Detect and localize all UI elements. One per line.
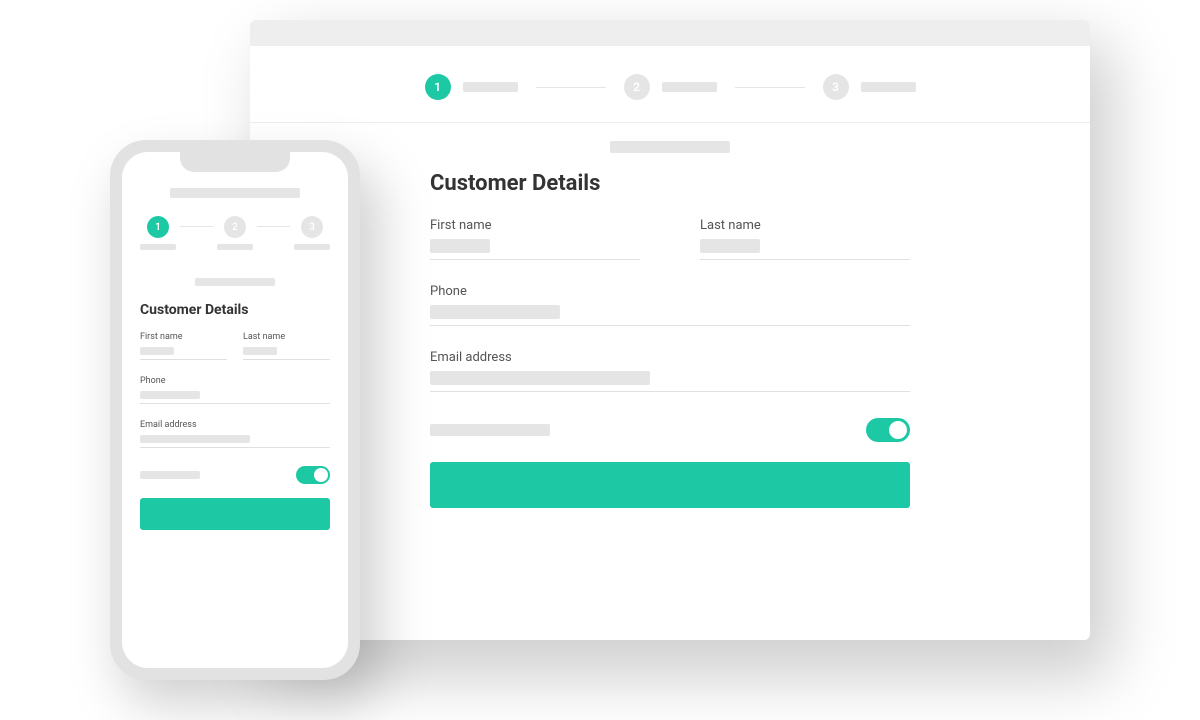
text-input[interactable] <box>700 239 760 253</box>
step-label-placeholder <box>217 244 253 250</box>
section-title: Customer Details <box>430 171 910 196</box>
step-label-placeholder <box>294 244 330 250</box>
text-input[interactable] <box>430 239 490 253</box>
field-label: Phone <box>140 376 330 386</box>
text-input[interactable] <box>140 347 174 355</box>
last-name-field[interactable]: Last name <box>243 332 330 360</box>
first-name-field[interactable]: First name <box>140 332 227 360</box>
app-title-placeholder <box>170 188 300 198</box>
phone-field[interactable]: Phone <box>140 376 330 404</box>
step-dot: 3 <box>823 74 849 100</box>
text-input[interactable] <box>243 347 277 355</box>
last-name-field[interactable]: Last name <box>700 218 910 260</box>
submit-button[interactable] <box>140 498 330 530</box>
field-label: Last name <box>700 218 910 233</box>
step-label-placeholder <box>463 82 518 92</box>
text-input[interactable] <box>140 391 200 399</box>
text-input[interactable] <box>430 305 560 319</box>
toggle-switch[interactable] <box>296 466 330 484</box>
window-titlebar <box>250 20 1090 46</box>
submit-button[interactable] <box>430 462 910 508</box>
step-1[interactable]: 1 <box>425 74 518 100</box>
stepper: 1 2 3 <box>250 46 1090 123</box>
stepper: 1 2 3 <box>122 206 348 256</box>
device-notch <box>180 152 290 172</box>
toggle-switch[interactable] <box>866 418 910 442</box>
email-field[interactable]: Email address <box>140 420 330 448</box>
step-dot: 2 <box>624 74 650 100</box>
field-label: First name <box>430 218 640 233</box>
field-label: Last name <box>243 332 330 342</box>
step-2[interactable]: 2 <box>624 74 717 100</box>
step-connector <box>735 87 805 88</box>
step-connector <box>180 226 213 227</box>
step-2[interactable]: 2 <box>217 216 253 250</box>
text-input[interactable] <box>140 435 250 443</box>
step-label-placeholder <box>140 244 176 250</box>
step-dot: 1 <box>425 74 451 100</box>
step-connector <box>257 226 290 227</box>
step-dot: 1 <box>147 216 169 238</box>
text-input[interactable] <box>430 371 650 385</box>
step-label-placeholder <box>662 82 717 92</box>
step-1[interactable]: 1 <box>140 216 176 250</box>
toggle-label-placeholder <box>140 471 200 479</box>
field-label: Email address <box>430 350 910 365</box>
field-label: First name <box>140 332 227 342</box>
page-title-placeholder <box>195 278 275 286</box>
step-3[interactable]: 3 <box>823 74 916 100</box>
field-label: Email address <box>140 420 330 430</box>
step-dot: 3 <box>301 216 323 238</box>
first-name-field[interactable]: First name <box>430 218 640 260</box>
step-dot: 2 <box>224 216 246 238</box>
mobile-device: 1 2 3 Customer Details First name <box>110 140 360 680</box>
email-field[interactable]: Email address <box>430 350 910 392</box>
mobile-screen: 1 2 3 Customer Details First name <box>122 152 348 668</box>
page-title-placeholder <box>610 141 730 153</box>
phone-field[interactable]: Phone <box>430 284 910 326</box>
step-3[interactable]: 3 <box>294 216 330 250</box>
field-label: Phone <box>430 284 910 299</box>
step-label-placeholder <box>861 82 916 92</box>
section-title: Customer Details <box>140 302 330 318</box>
toggle-label-placeholder <box>430 424 550 436</box>
step-connector <box>536 87 606 88</box>
